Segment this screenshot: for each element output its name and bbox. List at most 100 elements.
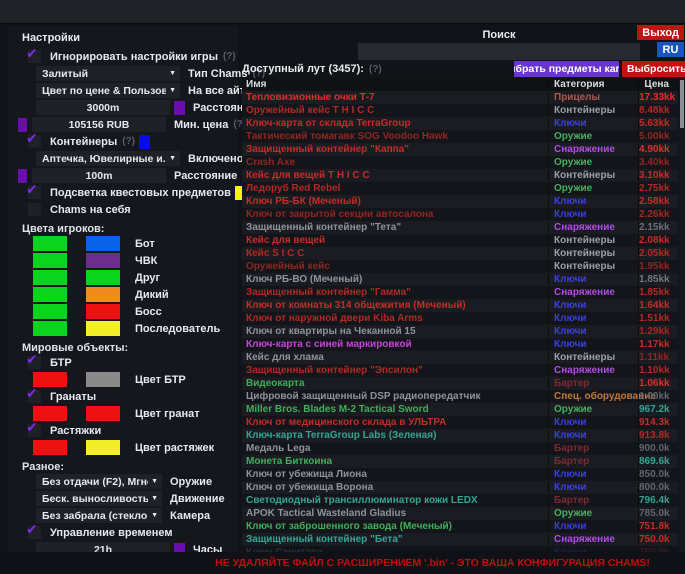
column-header-price[interactable]: Цена xyxy=(638,79,678,90)
help-icon[interactable]: (?) xyxy=(122,136,135,147)
checkbox[interactable]: ✔ xyxy=(28,424,41,437)
table-row[interactable]: Монета БиткоинаБартер869.6k xyxy=(242,455,678,468)
dropdown[interactable]: Беск. выносливость и нет уста▼ xyxy=(36,491,162,506)
table-row[interactable]: Ключ-карта с синей маркировкойКлючи1.17k… xyxy=(242,338,678,351)
table-row[interactable]: Ключ РБ-БК (Меченый)Ключи2.58kk xyxy=(242,195,678,208)
item-price: 1.51kk xyxy=(638,313,678,324)
table-row[interactable]: Тактический томагавк SOG Voodoo HawkОруж… xyxy=(242,130,678,143)
dropdown[interactable]: Аптечка, Ювелирные и...▼ xyxy=(36,151,180,166)
table-row[interactable]: Кейс для вещей T H I C CКонтейнеры3.10kk xyxy=(242,169,678,182)
color-swatch[interactable] xyxy=(33,253,67,268)
column-header-category[interactable]: Категория xyxy=(548,79,638,90)
checkbox[interactable]: ✔ xyxy=(28,135,41,148)
color-swatch[interactable] xyxy=(33,270,67,285)
color-label: Бот xyxy=(135,238,155,250)
table-row[interactable]: Кейс для хламаКонтейнеры1.11kk xyxy=(242,351,678,364)
select-kappa-items-button[interactable]: Выбрать предметы каппа xyxy=(514,61,619,77)
language-button[interactable]: RU xyxy=(657,42,684,57)
dropdown[interactable]: Цвет по цене & Пользователь▼ xyxy=(36,83,180,98)
text-input[interactable]: 3000m xyxy=(36,100,170,115)
table-row[interactable]: Ключ от квартиры на Чеканной 15Ключи1.29… xyxy=(242,325,678,338)
color-swatch[interactable] xyxy=(33,236,67,251)
table-row[interactable]: Ледоруб Red RebelОружие2.75kk xyxy=(242,182,678,195)
color-swatch[interactable] xyxy=(86,406,120,421)
table-row[interactable]: Кейс для вещейКонтейнеры2.08kk xyxy=(242,234,678,247)
table-row[interactable]: Ключ от заброшенного завода (Меченый)Клю… xyxy=(242,520,678,533)
drop-all-button[interactable]: Выбросить все xyxy=(622,61,685,77)
table-row[interactable]: APOK Tactical Wasteland GladiusОружие785… xyxy=(242,507,678,520)
table-row[interactable]: Кейс S I C CКонтейнеры2.05kk xyxy=(242,247,678,260)
scrollbar-thumb[interactable] xyxy=(680,80,684,128)
item-category: Контейнеры xyxy=(548,261,638,272)
table-row[interactable]: Защищенный контейнер "Каппа"Снаряжение4.… xyxy=(242,143,678,156)
color-swatch[interactable] xyxy=(86,287,120,302)
dropdown-label: Оружие xyxy=(170,476,212,488)
checkbox[interactable]: ✔ xyxy=(28,526,41,539)
dropdown[interactable]: Без отдачи (F2), Мгновенное п▼ xyxy=(36,474,162,489)
table-row[interactable]: Ключ от убежища ВоронаКлючи800.0k xyxy=(242,481,678,494)
checkmark-icon: ✔ xyxy=(26,351,38,368)
table-row[interactable]: Ключ от убежища ЛионаКлючи850.0k xyxy=(242,468,678,481)
table-scrollbar[interactable] xyxy=(679,78,685,552)
table-row[interactable]: Медаль LegaБартер900.0k xyxy=(242,442,678,455)
checkbox[interactable]: ✔ xyxy=(28,356,41,369)
color-swatch[interactable] xyxy=(139,135,150,149)
table-row[interactable]: Защищенный контейнер "Тета"Снаряжение2.1… xyxy=(242,221,678,234)
color-swatch[interactable] xyxy=(174,101,185,115)
table-row[interactable]: Светодиодный трансиллюминатор кожи LEDXБ… xyxy=(242,494,678,507)
table-row[interactable]: Цифровой защищенный DSP радиопередатчикС… xyxy=(242,390,678,403)
table-row[interactable]: Crash AxeОружие3.40kk xyxy=(242,156,678,169)
table-row[interactable]: Ключ от закрытой секции автосалонаКлючи2… xyxy=(242,208,678,221)
item-category: Ключи xyxy=(548,469,638,480)
color-swatch[interactable] xyxy=(86,440,120,455)
table-row[interactable]: Ключ-карта TerraGroup Labs (Зеленая)Ключ… xyxy=(242,429,678,442)
color-swatch[interactable] xyxy=(33,321,67,336)
table-row[interactable]: Miller Bros. Blades M-2 Tactical SwordОр… xyxy=(242,403,678,416)
checkbox[interactable]: ✔ xyxy=(28,390,41,403)
help-icon[interactable]: (?) xyxy=(223,51,236,62)
color-swatch[interactable] xyxy=(86,236,120,251)
table-row[interactable]: Ключ от медицинского склада в УЛЬТРАКлюч… xyxy=(242,416,678,429)
color-swatch[interactable] xyxy=(86,253,120,268)
checkbox[interactable]: ✔ xyxy=(28,50,41,63)
table-row[interactable]: Защищенный контейнер "Эпсилон"Снаряжение… xyxy=(242,364,678,377)
checkbox[interactable]: ✔ xyxy=(28,186,41,199)
color-swatch[interactable] xyxy=(33,372,67,387)
table-row[interactable]: Ключ от комнаты 314 общежития (Меченый)К… xyxy=(242,299,678,312)
exit-button[interactable]: Выход xyxy=(637,25,684,40)
table-row[interactable]: ВидеокартаБартер1.06kk xyxy=(242,377,678,390)
table-row[interactable]: Оружейный кейс T H I C CКонтейнеры8.48kk xyxy=(242,104,678,117)
color-swatch[interactable] xyxy=(33,440,67,455)
item-category: Ключи xyxy=(548,430,638,441)
item-category: Ключи xyxy=(548,300,638,311)
color-swatch[interactable] xyxy=(33,304,67,319)
loot-rows: Тепловизионные очки Т-7Прицелы17.33kkОру… xyxy=(242,91,678,552)
text-input[interactable]: 100m xyxy=(32,168,166,183)
color-swatch[interactable] xyxy=(86,270,120,285)
color-swatch[interactable] xyxy=(86,321,120,336)
column-header-name[interactable]: Имя xyxy=(242,79,548,90)
table-row[interactable]: Тепловизионные очки Т-7Прицелы17.33kk xyxy=(242,91,678,104)
item-category: Ключи xyxy=(548,417,638,428)
search-input[interactable] xyxy=(358,43,640,60)
table-row[interactable]: Оружейный кейсКонтейнеры1.95kk xyxy=(242,260,678,273)
checkbox-label: Гранаты xyxy=(50,391,96,403)
item-name: Цифровой защищенный DSP радиопередатчик xyxy=(242,391,548,402)
table-row[interactable]: Защищенный контейнер "Гамма"Снаряжение1.… xyxy=(242,286,678,299)
table-row[interactable]: Ключ-карта от склада TerraGroupКлючи5.63… xyxy=(242,117,678,130)
loot-hint-icon[interactable]: (?) xyxy=(369,64,382,75)
color-swatch[interactable] xyxy=(86,372,120,387)
dropdown[interactable]: Залитый▼ xyxy=(36,66,180,81)
table-row[interactable]: Ключ от наружной двери Kiba ArmsКлючи1.5… xyxy=(242,312,678,325)
color-swatch[interactable] xyxy=(33,287,67,302)
color-label: Цвет БТР xyxy=(135,374,186,386)
checkbox-label: Подсветка квестовых предметов xyxy=(50,187,231,199)
color-swatch[interactable] xyxy=(33,406,67,421)
table-row[interactable]: Защищенный контейнер "Бета"Снаряжение750… xyxy=(242,533,678,546)
text-input[interactable]: 105156 RUB xyxy=(32,117,166,132)
checkbox[interactable] xyxy=(28,203,41,216)
dropdown[interactable]: Без забрала (стекло шлема)▼ xyxy=(36,508,162,523)
checkbox-label: Управление временем xyxy=(50,527,173,539)
color-swatch[interactable] xyxy=(86,304,120,319)
table-row[interactable]: Ключ РБ-ВО (Меченый)Ключи1.85kk xyxy=(242,273,678,286)
